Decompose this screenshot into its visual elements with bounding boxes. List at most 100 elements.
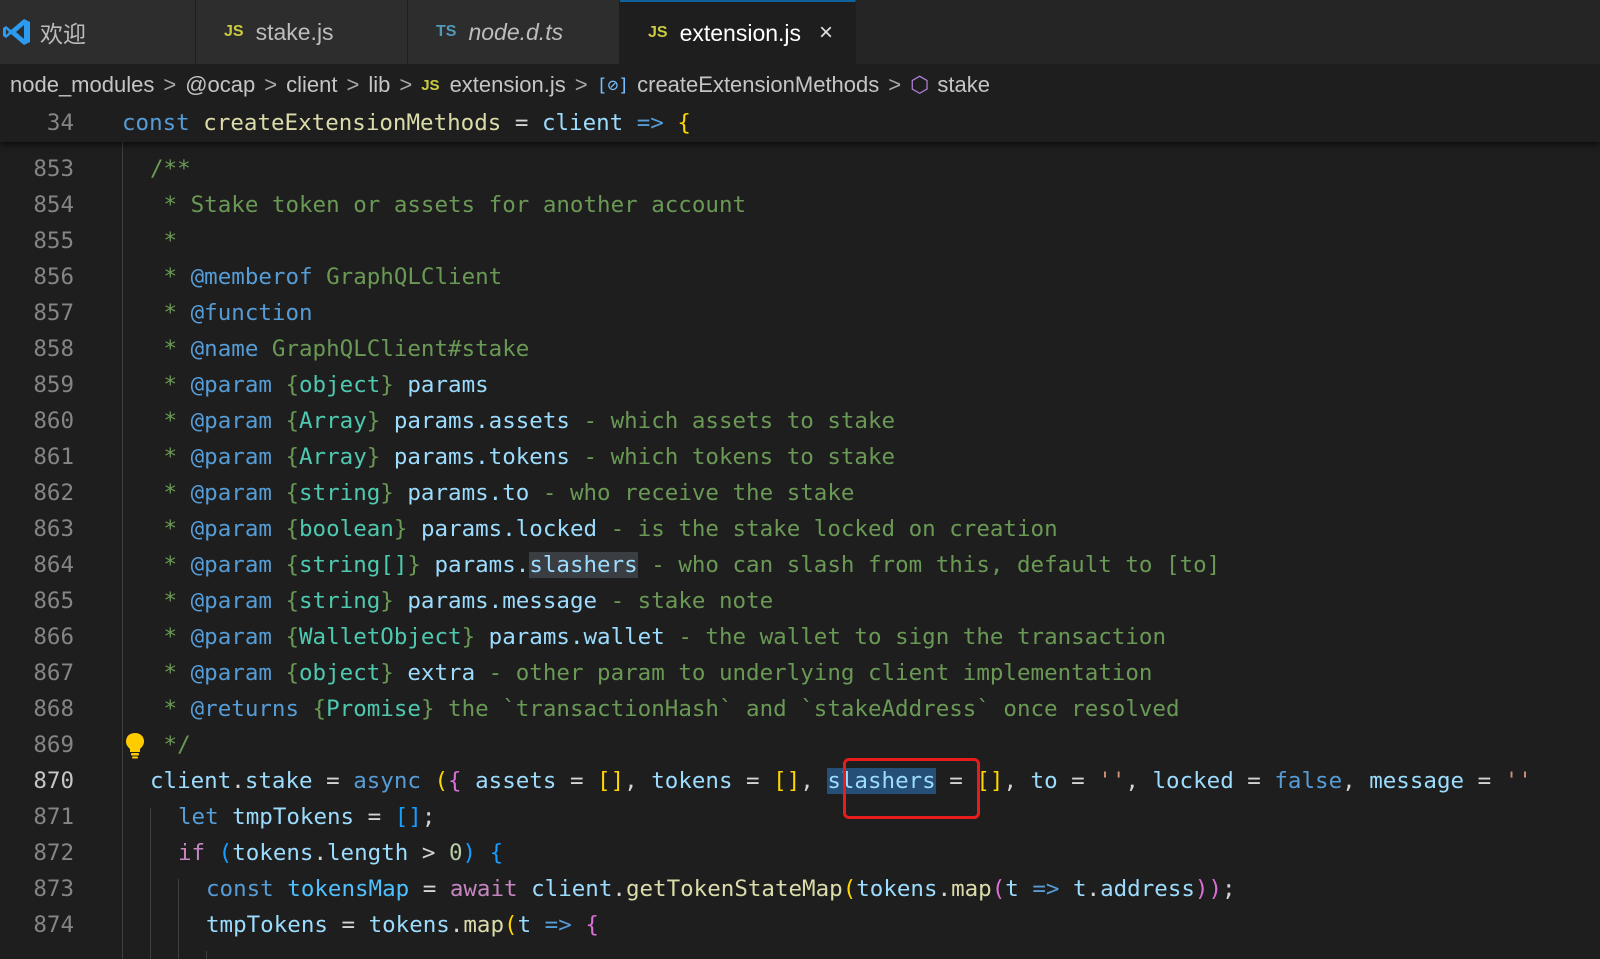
- chevron-right-icon: >: [574, 72, 588, 97]
- line-number: 871: [33, 804, 74, 830]
- code-text: *: [150, 228, 178, 254]
- line-number: 862: [33, 480, 74, 506]
- code-text: /**: [150, 156, 191, 182]
- close-icon[interactable]: ×: [819, 19, 833, 47]
- line-number: 857: [33, 300, 74, 326]
- code-text: let tmpTokens = [];: [178, 804, 436, 830]
- breadcrumb-item[interactable]: @ocap: [185, 72, 255, 98]
- code-editor[interactable]: 34 const createExtensionMethods = client…: [0, 106, 1600, 959]
- tab-extension-js[interactable]: JS extension.js ×: [620, 0, 856, 64]
- line-number: 874: [33, 912, 74, 938]
- tab-label: extension.js: [679, 19, 802, 46]
- code-line[interactable]: 856 * @memberof GraphQLClient: [0, 260, 1600, 296]
- line-number: 861: [33, 444, 74, 470]
- method-cube-icon: ⬡: [910, 72, 930, 97]
- code-text: * Stake token or assets for another acco…: [150, 192, 747, 218]
- code-text: * @memberof GraphQLClient: [150, 264, 503, 290]
- line-number: 872: [33, 840, 74, 866]
- code-text: * @param {object} extra - other param to…: [150, 660, 1153, 686]
- line-number: 865: [33, 588, 74, 614]
- line-number: 863: [33, 516, 74, 542]
- line-number: 34: [46, 110, 74, 136]
- chevron-right-icon: >: [399, 72, 413, 97]
- tab-welcome[interactable]: 欢迎: [0, 0, 196, 64]
- code-line[interactable]: 857 * @function: [0, 296, 1600, 332]
- line-number: 860: [33, 408, 74, 434]
- code-line[interactable]: 861 * @param {Array} params.tokens - whi…: [0, 440, 1600, 476]
- js-file-icon: JS: [224, 23, 244, 40]
- chevron-right-icon: >: [888, 72, 902, 97]
- breadcrumb-symbol[interactable]: createExtensionMethods: [637, 72, 879, 98]
- tab-stake-js[interactable]: JS stake.js: [196, 0, 408, 64]
- code-text: */: [150, 732, 191, 758]
- code-line[interactable]: 862 * @param {string} params.to - who re…: [0, 476, 1600, 512]
- code-line[interactable]: 858 * @name GraphQLClient#stake: [0, 332, 1600, 368]
- code-text: * @returns {Promise} the `transactionHas…: [150, 696, 1180, 722]
- chevron-right-icon: >: [264, 72, 278, 97]
- code-line[interactable]: 868 * @returns {Promise} the `transactio…: [0, 692, 1600, 728]
- word-highlight: slashers: [529, 552, 638, 578]
- code-text: * @param {Array} params.tokens - which t…: [150, 444, 896, 470]
- variable-icon: [⊘]: [596, 74, 630, 96]
- line-number: 873: [33, 876, 74, 902]
- line-number: 859: [33, 372, 74, 398]
- chevron-right-icon: >: [346, 72, 360, 97]
- chevron-right-icon: >: [163, 72, 177, 97]
- tab-label: 欢迎: [40, 21, 86, 47]
- line-number: 870: [33, 768, 74, 794]
- js-file-icon: JS: [421, 76, 440, 94]
- code-line[interactable]: 853 /**: [0, 152, 1600, 188]
- code-text: * @param {object} params: [150, 372, 489, 398]
- breadcrumb-item[interactable]: lib: [368, 72, 390, 98]
- code-text: const tokensMap = await client.getTokenS…: [206, 876, 1236, 902]
- code-line[interactable]: 855 *: [0, 224, 1600, 260]
- code-text: const createExtensionMethods = client =>…: [122, 110, 691, 136]
- code-text: * @param {string} params.message - stake…: [150, 588, 774, 614]
- breadcrumb-item[interactable]: node_modules: [10, 72, 154, 98]
- code-text: * @function: [150, 300, 313, 326]
- breadcrumb-item[interactable]: client: [286, 72, 337, 98]
- code-line[interactable]: 859 * @param {object} params: [0, 368, 1600, 404]
- code-text: client.stake = async ({ assets = [], tok…: [150, 768, 1532, 794]
- sticky-scroll-line[interactable]: 34 const createExtensionMethods = client…: [0, 106, 1600, 142]
- indent-guide: [206, 951, 207, 959]
- code-line[interactable]: 873 const tokensMap = await client.getTo…: [0, 872, 1600, 908]
- code-text: tmpTokens = tokens.map(t => {: [206, 912, 599, 938]
- tab-label: node.d.ts: [468, 18, 564, 45]
- code-line[interactable]: 860 * @param {Array} params.assets - whi…: [0, 404, 1600, 440]
- line-number: 858: [33, 336, 74, 362]
- tab-bar: 欢迎 JS stake.js TS node.d.ts JS extension…: [0, 0, 1600, 65]
- vscode-logo-icon: [3, 19, 30, 45]
- line-number: 867: [33, 660, 74, 686]
- code-text: * @param {Array} params.assets - which a…: [150, 408, 896, 434]
- tab-node-d-ts[interactable]: TS node.d.ts: [408, 0, 620, 64]
- code-text: * @param {string} params.to - who receiv…: [150, 480, 855, 506]
- breadcrumb-member[interactable]: stake: [937, 72, 990, 98]
- line-number: 856: [33, 264, 74, 290]
- ts-file-icon: TS: [436, 23, 457, 40]
- annotation-highlight-box: [843, 758, 980, 819]
- code-line-current[interactable]: 870 client.stake = async ({ assets = [],…: [0, 764, 1600, 800]
- line-number: 869: [33, 732, 74, 758]
- code-text: * @param {boolean} params.locked - is th…: [150, 516, 1058, 542]
- code-line[interactable]: 864 * @param {string[]} params.slashers …: [0, 548, 1600, 584]
- breadcrumb: node_modules > @ocap > client > lib > JS…: [0, 64, 1600, 106]
- code-line[interactable]: 866 * @param {WalletObject} params.walle…: [0, 620, 1600, 656]
- code-line[interactable]: 863 * @param {boolean} params.locked - i…: [0, 512, 1600, 548]
- code-line[interactable]: 869 */: [0, 728, 1600, 764]
- js-file-icon: JS: [648, 24, 668, 41]
- code-line[interactable]: 854 * Stake token or assets for another …: [0, 188, 1600, 224]
- breadcrumb-file[interactable]: extension.js: [450, 72, 566, 98]
- code-line[interactable]: 867 * @param {object} extra - other para…: [0, 656, 1600, 692]
- lightbulb-icon[interactable]: [124, 731, 146, 759]
- code-line[interactable]: 872 if (tokens.length > 0) {: [0, 836, 1600, 872]
- tab-label: stake.js: [255, 18, 334, 45]
- code-line[interactable]: 871 let tmpTokens = [];: [0, 800, 1600, 836]
- line-number: 866: [33, 624, 74, 650]
- line-number: 868: [33, 696, 74, 722]
- code-line[interactable]: 865 * @param {string} params.message - s…: [0, 584, 1600, 620]
- code-text: * @name GraphQLClient#stake: [150, 336, 530, 362]
- code-text: * @param {string[]} params.slashers - wh…: [150, 552, 1221, 578]
- line-number: 855: [33, 228, 74, 254]
- code-line[interactable]: 874 tmpTokens = tokens.map(t => {: [0, 908, 1600, 944]
